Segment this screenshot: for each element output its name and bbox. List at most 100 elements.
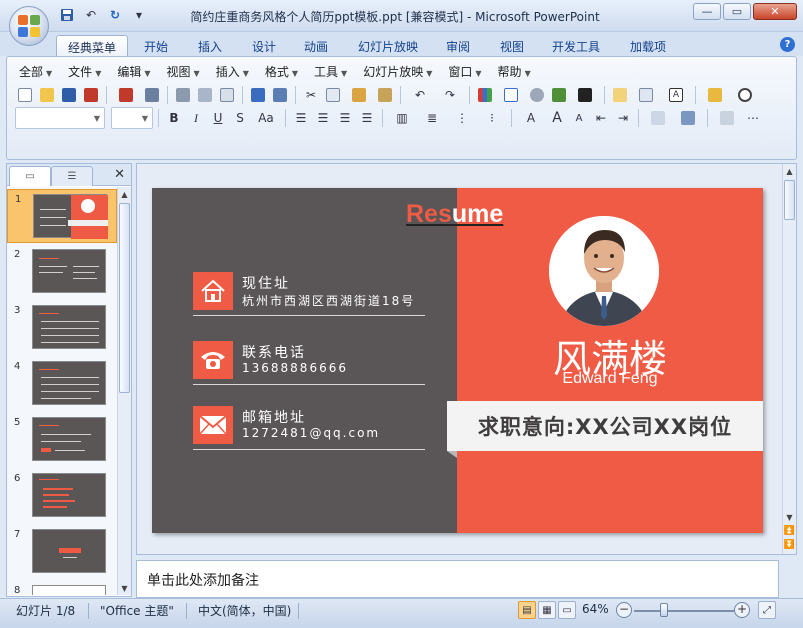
save-icon[interactable] bbox=[58, 7, 76, 23]
print-icon[interactable] bbox=[173, 85, 193, 105]
font-name-combo[interactable]: ▼ bbox=[15, 107, 105, 129]
font-color-icon[interactable]: A bbox=[517, 108, 545, 128]
theme-name[interactable]: "Office 主题" bbox=[100, 602, 174, 619]
tab-insert[interactable]: 插入 bbox=[190, 35, 230, 56]
shadow-button[interactable]: S bbox=[230, 108, 250, 128]
scroll-up-icon[interactable]: ▲ bbox=[118, 187, 131, 201]
help-icon[interactable]: ? bbox=[780, 37, 795, 52]
insert-picture-icon[interactable] bbox=[549, 85, 569, 105]
tab-classic-menu[interactable]: 经典菜单 bbox=[56, 35, 128, 56]
scroll-down-icon[interactable]: ▼ bbox=[783, 510, 796, 524]
bold-button[interactable]: B bbox=[164, 108, 184, 128]
permission-icon[interactable] bbox=[81, 85, 101, 105]
insert-table-icon[interactable] bbox=[497, 85, 525, 105]
more-icon[interactable]: ⋯ bbox=[743, 108, 763, 128]
quick-styles-icon[interactable] bbox=[674, 108, 702, 128]
slideshow-view-icon[interactable]: ▭ bbox=[558, 601, 576, 619]
normal-view-icon[interactable]: ▤ bbox=[518, 601, 536, 619]
print-preview-icon[interactable] bbox=[195, 85, 215, 105]
grow-font-icon[interactable]: A bbox=[547, 108, 567, 128]
change-case-button[interactable]: Aa bbox=[252, 108, 280, 128]
format-painter-icon[interactable] bbox=[375, 85, 395, 105]
slide-thumbnail[interactable]: 8 bbox=[7, 581, 117, 595]
align-left-icon[interactable]: ☰ bbox=[291, 108, 311, 128]
next-slide-icon[interactable]: ⏬ bbox=[783, 538, 796, 552]
scroll-thumb[interactable] bbox=[784, 180, 795, 220]
zoom-in-icon[interactable]: + bbox=[734, 602, 750, 618]
slide-thumbnail[interactable]: 4 bbox=[7, 357, 117, 411]
layout-icon[interactable] bbox=[632, 85, 660, 105]
language-indicator[interactable]: 中文(简体，中国) bbox=[198, 602, 291, 619]
slide-thumbnail[interactable]: 7 bbox=[7, 525, 117, 579]
decrease-indent-icon[interactable]: ⇤ bbox=[591, 108, 611, 128]
numbering-icon[interactable]: ⋮ bbox=[448, 108, 476, 128]
bullets-icon[interactable]: ⁝ bbox=[478, 108, 506, 128]
cut-icon[interactable]: ✂ bbox=[301, 85, 321, 105]
shape-effects-icon[interactable] bbox=[713, 108, 741, 128]
tab-slideshow[interactable]: 幻灯片放映 bbox=[348, 35, 428, 56]
close-button[interactable]: ✕ bbox=[753, 3, 797, 20]
menu-window[interactable]: 窗口 ▼ bbox=[440, 62, 489, 80]
insert-chart-icon[interactable] bbox=[475, 85, 495, 105]
thumbnails-scrollbar[interactable]: ▲ ▼ bbox=[117, 187, 131, 595]
tab-review[interactable]: 审阅 bbox=[438, 35, 478, 56]
slide-scrollbar[interactable]: ▲ ▼ ⏫ ⏬ bbox=[782, 164, 796, 554]
slide-thumbnail[interactable]: 6 bbox=[7, 469, 117, 523]
line-spacing-icon[interactable]: ≣ bbox=[418, 108, 446, 128]
arrange-icon[interactable] bbox=[644, 108, 672, 128]
italic-button[interactable]: I bbox=[186, 108, 206, 128]
align-right-icon[interactable]: ☰ bbox=[335, 108, 355, 128]
menu-all[interactable]: 全部 ▼ bbox=[11, 62, 60, 80]
publish-icon[interactable] bbox=[142, 85, 162, 105]
redo-icon[interactable]: ↷ bbox=[436, 85, 464, 105]
new-slide-icon[interactable] bbox=[610, 85, 630, 105]
slide-sorter-icon[interactable]: ▦ bbox=[538, 601, 556, 619]
previous-slide-icon[interactable]: ⏫ bbox=[783, 524, 796, 538]
slide-thumbnail[interactable]: 1 bbox=[7, 189, 117, 243]
tab-design[interactable]: 设计 bbox=[244, 35, 284, 56]
menu-format[interactable]: 格式 ▼ bbox=[257, 62, 306, 80]
save-icon[interactable] bbox=[59, 85, 79, 105]
align-center-icon[interactable]: ☰ bbox=[313, 108, 333, 128]
increase-indent-icon[interactable]: ⇥ bbox=[613, 108, 633, 128]
clip-art-icon[interactable] bbox=[527, 85, 547, 105]
undo-icon[interactable]: ↶ bbox=[406, 85, 434, 105]
customize-qat-icon[interactable]: ▾ bbox=[130, 7, 148, 23]
find-icon[interactable] bbox=[731, 85, 759, 105]
tab-developer[interactable]: 开发工具 bbox=[544, 35, 608, 56]
menu-help[interactable]: 帮助 ▼ bbox=[490, 62, 539, 80]
font-size-combo[interactable]: ▼ bbox=[111, 107, 153, 129]
fit-to-window-icon[interactable]: ⤢ bbox=[758, 601, 776, 619]
tab-animation[interactable]: 动画 bbox=[296, 35, 336, 56]
shrink-font-icon[interactable]: A bbox=[569, 108, 589, 128]
folder-icon[interactable] bbox=[701, 85, 729, 105]
slide-thumbnail[interactable]: 5 bbox=[7, 413, 117, 467]
spelling-icon[interactable] bbox=[248, 85, 268, 105]
slide-thumbnail[interactable]: 2 bbox=[7, 245, 117, 299]
minimize-button[interactable]: — bbox=[693, 3, 721, 20]
zoom-out-icon[interactable]: − bbox=[616, 602, 632, 618]
tab-slides[interactable]: ▭ bbox=[9, 166, 51, 186]
open-folder-icon[interactable] bbox=[37, 85, 57, 105]
slide-thumbnail[interactable]: 3 bbox=[7, 301, 117, 355]
menu-insert[interactable]: 插入 ▼ bbox=[208, 62, 257, 80]
tab-home[interactable]: 开始 bbox=[136, 35, 176, 56]
menu-tools[interactable]: 工具 ▼ bbox=[306, 62, 355, 80]
columns-icon[interactable]: ▥ bbox=[388, 108, 416, 128]
zoom-level[interactable]: 64% bbox=[582, 602, 609, 616]
notes-pane[interactable]: 单击此处添加备注 bbox=[136, 560, 779, 598]
menu-file[interactable]: 文件 ▼ bbox=[60, 62, 109, 80]
pdf-export-icon[interactable] bbox=[112, 85, 140, 105]
underline-button[interactable]: U bbox=[208, 108, 228, 128]
zoom-slider[interactable] bbox=[634, 610, 734, 612]
close-panel-icon[interactable]: ✕ bbox=[114, 167, 125, 182]
text-box-icon[interactable]: A bbox=[662, 85, 690, 105]
scroll-down-icon[interactable]: ▼ bbox=[118, 581, 131, 595]
scroll-thumb[interactable] bbox=[119, 203, 130, 393]
undo-icon[interactable]: ↶ bbox=[82, 7, 100, 23]
shape-fill-icon[interactable] bbox=[571, 85, 599, 105]
menu-slideshow[interactable]: 幻灯片放映 ▼ bbox=[355, 62, 440, 80]
tab-outline[interactable]: ☰ bbox=[51, 166, 93, 186]
redo-icon[interactable]: ↻ bbox=[106, 7, 124, 23]
justify-icon[interactable]: ☰ bbox=[357, 108, 377, 128]
